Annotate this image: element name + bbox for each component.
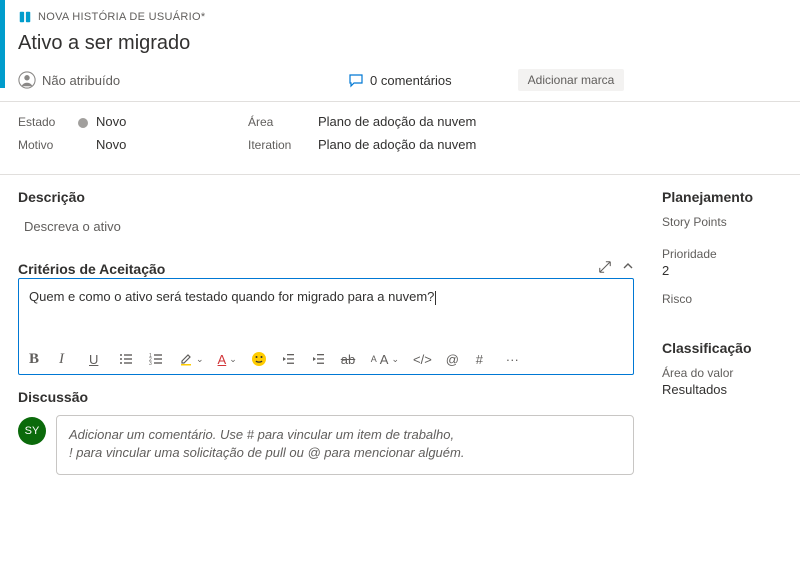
planning-title: Planejamento (662, 189, 782, 205)
font-size-button[interactable]: AA⌄ (371, 352, 399, 367)
mention-button[interactable]: @ (446, 352, 462, 367)
work-item-type: NOVA HISTÓRIA DE USUÁRIO* (38, 11, 205, 23)
value-area-label: Área do valor (662, 366, 782, 380)
comment-placeholder: Adicionar um comentário. Use # para vinc… (69, 427, 464, 460)
add-tag-button[interactable]: Adicionar marca (518, 69, 625, 91)
work-item-header: NOVA HISTÓRIA DE USUÁRIO* Ativo a ser mi… (0, 0, 800, 91)
acceptance-title: Critérios de Aceitação (18, 261, 165, 277)
underline-button[interactable]: U (89, 352, 105, 367)
state-value: Novo (96, 114, 126, 129)
comment-input[interactable]: Adicionar um comentário. Use # para vinc… (56, 415, 634, 475)
chevron-up-icon[interactable] (622, 260, 634, 274)
area-field[interactable]: Plano de adoção da nuvem (318, 114, 800, 129)
risk-label: Risco (662, 292, 782, 306)
comment-icon (348, 72, 364, 88)
bullet-list-button[interactable] (119, 352, 135, 366)
iteration-label: Iteration (248, 138, 318, 152)
reason-field[interactable]: Novo (78, 137, 248, 152)
state-dot-icon (78, 118, 88, 128)
comments-count: 0 comentários (370, 73, 452, 88)
assignee-label: Não atribuído (42, 73, 120, 88)
state-label: Estado (18, 115, 78, 129)
meta-grid: Estado Novo Área Plano de adoção da nuve… (0, 102, 800, 164)
assignee-field[interactable]: Não atribuído (18, 71, 342, 89)
indent-button[interactable] (311, 352, 327, 366)
reason-label: Motivo (18, 138, 78, 152)
expand-icon[interactable] (598, 260, 612, 274)
description-title: Descrição (18, 189, 634, 205)
priority-label: Prioridade (662, 247, 782, 261)
italic-button[interactable]: I (59, 351, 75, 368)
avatar: SY (18, 417, 46, 445)
acceptance-text[interactable]: Quem e como o ativo será testado quando … (19, 279, 633, 345)
book-icon (18, 10, 32, 24)
acceptance-editor[interactable]: Quem e como o ativo será testado quando … (18, 278, 634, 375)
classification-title: Classificação (662, 340, 782, 356)
value-area-field[interactable]: Resultados (662, 382, 782, 397)
story-points-label: Story Points (662, 215, 782, 229)
bold-button[interactable]: B (29, 351, 45, 368)
editor-toolbar: B I U 123 ⌄ A ⌄ (19, 345, 633, 374)
iteration-field[interactable]: Plano de adoção da nuvem (318, 137, 800, 152)
hash-button[interactable]: # (476, 352, 492, 367)
description-input[interactable]: Descreva o ativo (18, 215, 634, 238)
code-button[interactable]: </> (413, 352, 432, 367)
highlight-button[interactable]: ⌄ (179, 352, 204, 366)
state-field[interactable]: Novo (78, 114, 248, 129)
emoji-button[interactable] (251, 351, 267, 367)
svg-text:3: 3 (149, 361, 152, 366)
priority-field[interactable]: 2 (662, 263, 782, 278)
more-button[interactable]: ··· (506, 352, 522, 367)
person-icon (18, 71, 36, 89)
outdent-button[interactable] (281, 352, 297, 366)
reason-value: Novo (96, 137, 126, 152)
work-item-title[interactable]: Ativo a ser migrado (18, 32, 800, 55)
strikethrough-button[interactable]: ab (341, 352, 357, 367)
numbered-list-button[interactable]: 123 (149, 352, 165, 366)
comments-link[interactable]: 0 comentários (348, 72, 452, 88)
discussion-title: Discussão (18, 389, 634, 405)
font-color-button[interactable]: A ⌄ (218, 352, 237, 367)
accent-bar (0, 0, 5, 88)
area-label: Área (248, 115, 318, 129)
